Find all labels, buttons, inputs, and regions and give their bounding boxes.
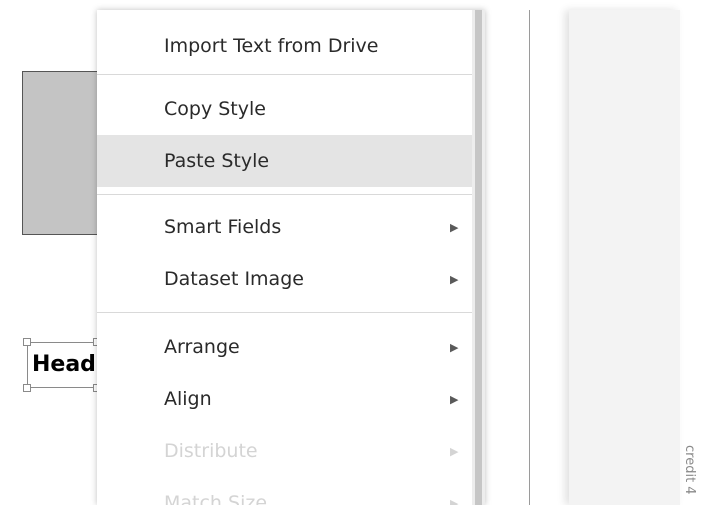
editor-canvas: Heading credit 4 Import Text from Drive … [0,0,711,505]
menu-scrollbar[interactable] [472,10,485,505]
menu-item-label: Paste Style [164,150,270,172]
menu-item-label: Distribute [164,440,258,462]
menu-item-match-size: Match Size ▶ [97,477,476,505]
credit-label: credit 4 [682,445,697,495]
submenu-arrow-icon: ▶ [450,444,459,458]
resize-handle-top-left[interactable] [23,338,31,346]
heading-text-box[interactable]: Heading [27,342,135,388]
menu-separator [97,74,476,75]
resize-handle-bottom-left[interactable] [23,384,31,392]
menu-item-label: Copy Style [164,98,266,120]
submenu-arrow-icon: ▶ [450,220,459,234]
menu-item-label: Arrange [164,336,240,358]
submenu-arrow-icon: ▶ [450,272,459,286]
menu-item-import-text-from-drive[interactable]: Import Text from Drive [97,20,476,72]
menu-item-arrange[interactable]: Arrange ▶ [97,321,476,373]
submenu-arrow-icon: ▶ [450,496,459,505]
menu-separator [97,312,476,313]
menu-item-smart-fields[interactable]: Smart Fields ▶ [97,201,476,253]
menu-item-label: Smart Fields [164,216,282,238]
right-side-panel [569,10,680,505]
menu-item-copy-style[interactable]: Copy Style [97,83,476,135]
menu-separator [97,194,476,195]
submenu-arrow-icon: ▶ [450,392,459,406]
menu-item-label: Dataset Image [164,268,304,290]
panel-divider [529,10,530,505]
menu-item-dataset-image[interactable]: Dataset Image ▶ [97,253,476,305]
submenu-arrow-icon: ▶ [450,340,459,354]
menu-item-label: Import Text from Drive [164,35,379,57]
menu-item-align[interactable]: Align ▶ [97,373,476,425]
menu-item-paste-style[interactable]: Paste Style [97,135,476,187]
menu-item-label: Align [164,388,212,410]
menu-item-label: Match Size [164,492,268,505]
menu-item-distribute: Distribute ▶ [97,425,476,477]
menu-scrollbar-thumb[interactable] [475,10,482,505]
context-menu: Import Text from Drive Copy Style Paste … [97,10,485,505]
